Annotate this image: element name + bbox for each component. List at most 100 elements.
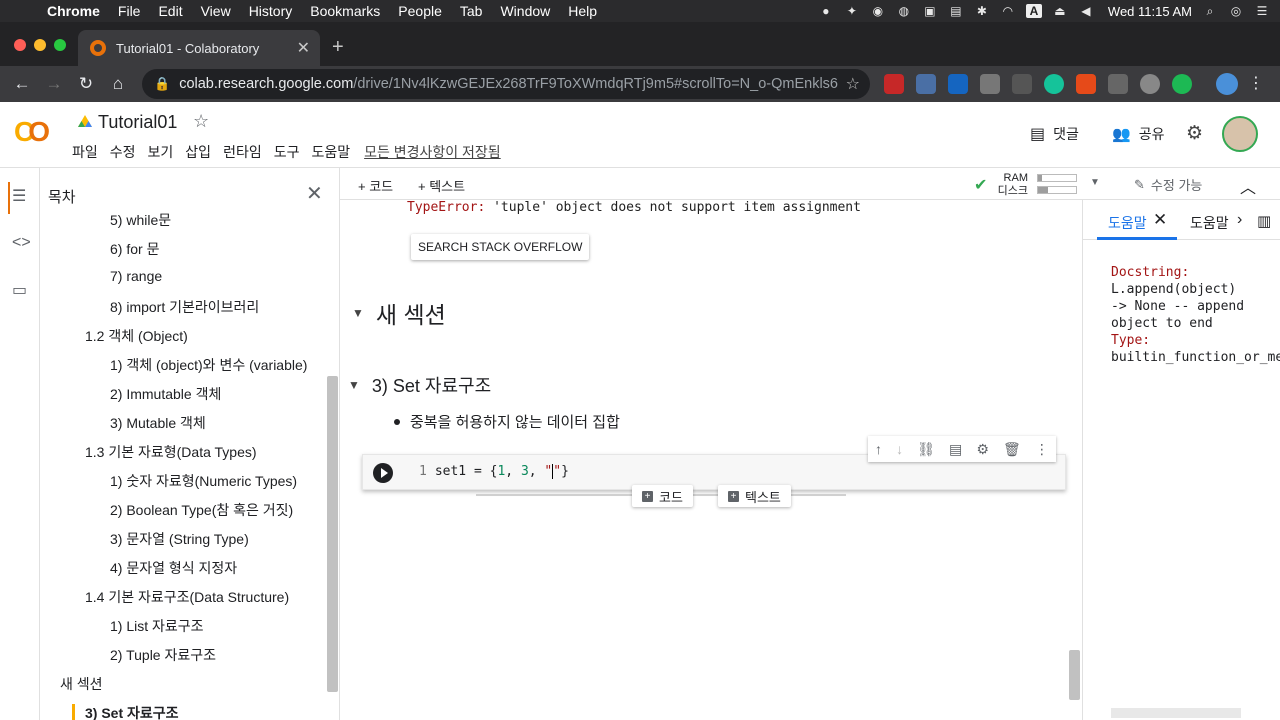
close-icon[interactable]: ✕ (306, 181, 323, 206)
toc-item[interactable]: 3) 문자열 (String Type) (110, 529, 249, 549)
menu-help[interactable]: 도움말 (311, 142, 350, 162)
menu-edit[interactable]: Edit (149, 3, 191, 19)
menu-file[interactable]: 파일 (72, 142, 98, 162)
runtime-dropdown-icon[interactable]: ▼ (1090, 177, 1100, 188)
toc-item[interactable]: 3) Mutable 객체 (110, 413, 206, 433)
comment-icon[interactable]: ▤ (949, 441, 962, 458)
extension-icon[interactable] (916, 74, 936, 94)
menu-view[interactable]: 보기 (148, 142, 174, 162)
menu-history[interactable]: History (240, 3, 302, 19)
toc-scrollbar[interactable] (327, 376, 338, 692)
menu-people[interactable]: People (389, 3, 451, 19)
sync-icon[interactable]: ◉ (870, 4, 886, 18)
extension-icon[interactable] (948, 74, 968, 94)
toc-item[interactable]: 5) while문 (110, 210, 171, 230)
toc-item[interactable]: 6) for 문 (110, 239, 159, 259)
menu-insert[interactable]: 삽입 (185, 142, 211, 162)
extension-icon[interactable] (1108, 74, 1128, 94)
panel-layout-icon[interactable]: ▥ (1257, 212, 1271, 230)
close-window-button[interactable] (14, 39, 26, 51)
toc-item[interactable]: 1.3 기본 자료형(Data Types) (85, 442, 257, 462)
grammarly-icon[interactable] (1044, 74, 1064, 94)
notebook-title[interactable]: Tutorial01 (98, 112, 177, 133)
notebook-scrollbar[interactable] (1069, 650, 1080, 700)
toc-item[interactable]: 8) import 기본라이브러리 (110, 297, 259, 317)
extension-icon[interactable] (1012, 74, 1032, 94)
collapse-header-icon[interactable]: ︿ (1240, 174, 1256, 198)
collapse-section-icon[interactable]: ▼ (348, 378, 360, 392)
help-horizontal-scrollbar[interactable] (1111, 708, 1241, 718)
collapse-section-icon[interactable]: ▼ (352, 306, 364, 320)
link-icon[interactable]: ⛓ (917, 441, 935, 458)
eject-icon[interactable]: ⏏ (1052, 4, 1068, 18)
save-status[interactable]: 모든 변경사항이 저장됨 (364, 142, 501, 162)
colab-logo[interactable]: CO (14, 116, 58, 148)
text-cell-bullet[interactable]: 중복을 허용하지 않는 데이터 집합 (394, 411, 620, 432)
chrome-menu-icon[interactable]: ⋮ (1248, 73, 1264, 93)
extension-icon[interactable] (1140, 74, 1160, 94)
settings-gear-icon[interactable]: ⚙ (1186, 122, 1203, 145)
notification-center-icon[interactable]: ☰ (1254, 4, 1270, 18)
home-icon[interactable]: ⌂ (102, 74, 134, 94)
toc-item[interactable]: 2) Boolean Type(참 혹은 거짓) (110, 500, 293, 520)
close-tab-icon[interactable]: ✕ (297, 38, 310, 58)
wifi-icon[interactable]: ◠ (1000, 4, 1016, 18)
bluetooth-icon[interactable]: ✱ (974, 4, 990, 18)
delete-icon[interactable]: 🗑 (1003, 441, 1021, 458)
menu-edit[interactable]: 수정 (110, 142, 136, 162)
back-icon[interactable]: ← (6, 74, 38, 94)
extension-icon[interactable] (884, 74, 904, 94)
bookmark-star-icon[interactable]: ☆ (846, 74, 860, 94)
toc-item[interactable]: 1) List 자료구조 (110, 616, 204, 636)
code-editor[interactable]: 1 set1 = {1, 3, ""} (419, 464, 569, 479)
stop-icon[interactable]: ● (818, 4, 834, 18)
run-cell-button[interactable] (373, 463, 393, 483)
menu-window[interactable]: Window (491, 3, 559, 19)
minimize-window-button[interactable] (34, 39, 46, 51)
reload-icon[interactable]: ↻ (70, 74, 102, 94)
toc-item[interactable]: 2) Immutable 객체 (110, 384, 221, 404)
extension-icon[interactable] (980, 74, 1000, 94)
toc-item[interactable]: 1) 객체 (object)와 변수 (variable) (110, 355, 307, 375)
star-notebook-icon[interactable]: ☆ (193, 111, 209, 132)
tab-help[interactable]: 도움말 (1190, 213, 1229, 233)
profile-avatar[interactable] (1216, 73, 1238, 95)
browser-tab[interactable]: Tutorial01 - Colaboratory ✕ (78, 30, 320, 66)
toc-item[interactable]: 1.2 객체 (Object) (85, 326, 188, 346)
toc-item[interactable]: 1) 숫자 자료형(Numeric Types) (110, 471, 297, 491)
toc-item[interactable]: 2) Tuple 자료구조 (110, 645, 216, 665)
toc-item[interactable]: 새 섹션 (60, 674, 103, 694)
menu-tools[interactable]: 도구 (274, 142, 300, 162)
new-tab-button[interactable]: + (332, 36, 344, 59)
lock-icon[interactable]: ▤ (948, 4, 964, 18)
google-drive-icon[interactable] (78, 115, 92, 127)
share-button[interactable]: 👥 공유 (1112, 124, 1164, 144)
menu-view[interactable]: View (192, 3, 240, 19)
menu-tab[interactable]: Tab (451, 3, 492, 19)
extension-icon[interactable] (1172, 74, 1192, 94)
volume-icon[interactable]: ◀ (1078, 4, 1094, 18)
dropbox-icon[interactable]: ✦ (844, 4, 860, 18)
add-text-button[interactable]: + 텍스트 (418, 176, 465, 195)
toc-item[interactable]: 7) range (110, 268, 162, 284)
extension-icon[interactable] (1076, 74, 1096, 94)
resource-labels[interactable]: RAM 디스크 (976, 173, 1028, 197)
gear-icon[interactable]: ⚙ (976, 441, 989, 458)
user-avatar[interactable] (1222, 116, 1258, 152)
tab-help-active[interactable]: 도움말 (1108, 213, 1147, 233)
close-icon[interactable]: ✕ (1153, 210, 1167, 230)
add-code-button[interactable]: + 코드 (358, 176, 393, 195)
section-heading[interactable]: ▼ 새 섹션 (352, 296, 446, 330)
insert-text-cell-button[interactable]: + 텍스트 (718, 485, 791, 507)
record-icon[interactable]: ◍ (896, 4, 912, 18)
input-source[interactable]: A (1025, 4, 1042, 18)
toc-item-current[interactable]: 3) Set 자료구조 (85, 703, 179, 720)
search-stack-overflow-button[interactable]: SEARCH STACK OVERFLOW (411, 234, 590, 260)
box-icon[interactable]: ▣ (922, 4, 938, 18)
move-up-icon[interactable]: ↑ (875, 441, 882, 457)
siri-icon[interactable]: ◎ (1228, 4, 1244, 18)
app-menu[interactable]: Chrome (38, 3, 109, 19)
chevron-right-icon[interactable]: › (1237, 211, 1242, 229)
insert-code-cell-button[interactable]: + 코드 (632, 485, 693, 507)
move-down-icon[interactable]: ↓ (896, 441, 903, 457)
